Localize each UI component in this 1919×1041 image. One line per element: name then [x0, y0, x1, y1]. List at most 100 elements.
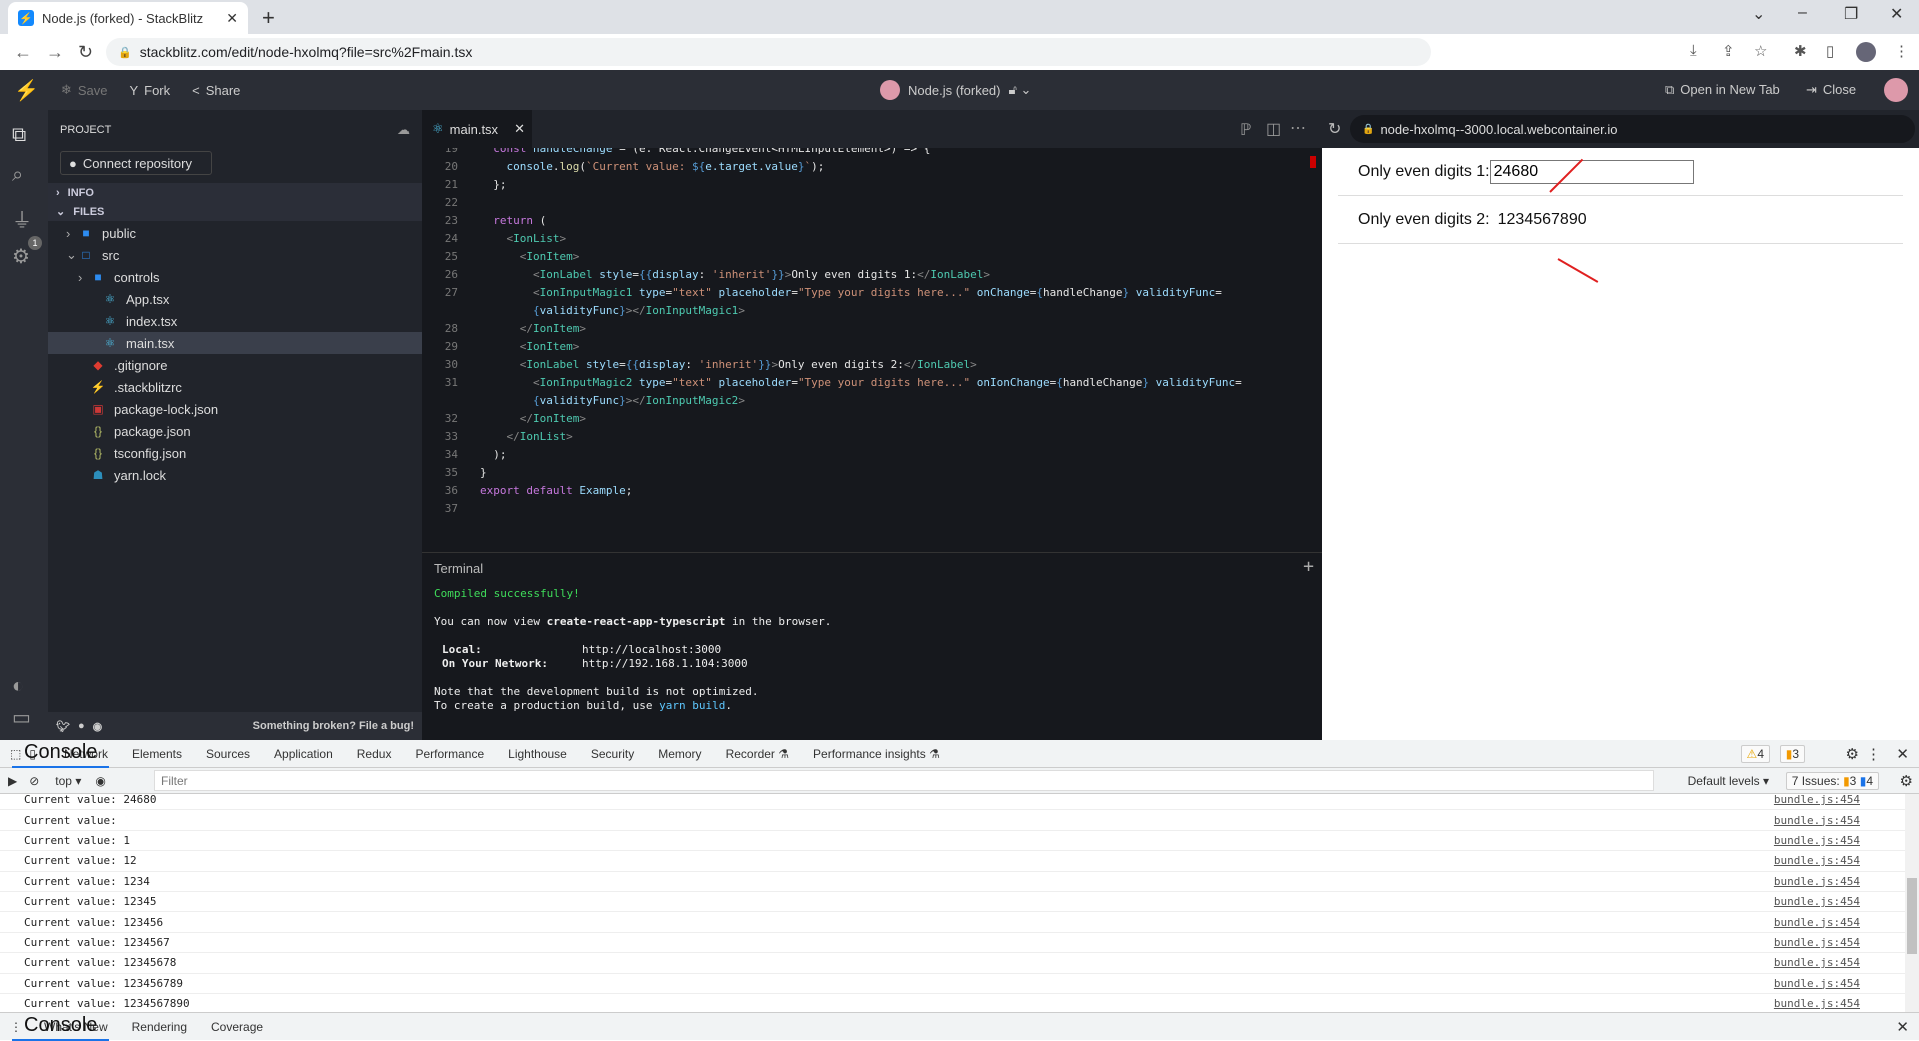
- plugin-icon[interactable]: ⏚: [12, 204, 32, 233]
- scrollbar-thumb[interactable]: [1907, 878, 1917, 954]
- new-tab-icon[interactable]: +: [262, 5, 275, 31]
- file-tree-item[interactable]: ◆ .gitignore: [48, 354, 422, 376]
- devtools-tab[interactable]: Recorder ⚗: [714, 740, 801, 768]
- clear-console-icon[interactable]: ⊘: [29, 774, 39, 788]
- issues-button[interactable]: 7 Issues: ▮3 ▮4: [1785, 771, 1879, 790]
- files-icon[interactable]: ⧉: [12, 124, 26, 147]
- file-tree-item[interactable]: {} tsconfig.json: [48, 442, 422, 464]
- file-tree-item[interactable]: › ■ public: [48, 222, 422, 244]
- add-terminal-icon[interactable]: +: [1303, 556, 1314, 577]
- warnings-badge[interactable]: ⚠4: [1740, 744, 1770, 763]
- devtools-tab[interactable]: Sources: [194, 740, 262, 768]
- file-tree-item[interactable]: ⚛ index.tsx: [48, 310, 422, 332]
- share-button[interactable]: < Share: [192, 83, 240, 98]
- log-source-link[interactable]: bundle.js:454: [1774, 854, 1860, 867]
- devtools-tab[interactable]: Application: [262, 740, 345, 768]
- close-tab-icon[interactable]: ✕: [226, 10, 238, 27]
- settings-gear-icon[interactable]: ⚙: [12, 244, 30, 269]
- share-page-icon[interactable]: ⇪: [1722, 42, 1735, 60]
- file-tree-item[interactable]: ⚛ main.tsx: [48, 332, 422, 354]
- reload-icon[interactable]: ↻: [78, 42, 96, 63]
- minimize-icon[interactable]: –: [1798, 4, 1807, 22]
- file-tree-item[interactable]: {} package.json: [48, 420, 422, 442]
- profile-avatar[interactable]: [1856, 42, 1876, 62]
- open-new-tab-button[interactable]: ⧉ Open in New Tab: [1665, 82, 1780, 98]
- close-preview-button[interactable]: ⇥ Close: [1806, 82, 1856, 98]
- twitter-icon[interactable]: 🐦︎: [56, 720, 70, 733]
- url-field[interactable]: 🔒 stackblitz.com/edit/node-hxolmq?file=sr…: [106, 38, 1431, 66]
- log-source-link[interactable]: bundle.js:454: [1774, 895, 1860, 908]
- even-digits-input-1[interactable]: [1489, 159, 1694, 184]
- project-name-button[interactable]: Node.js (forked) 🔓︎ ⌄: [880, 80, 1031, 100]
- drawer-tab[interactable]: Console: [12, 1013, 110, 1041]
- tab-main-tsx[interactable]: ⚛ main.tsx ✕: [422, 110, 532, 148]
- console-settings-icon[interactable]: ⚙: [1900, 772, 1913, 790]
- devtools-tab[interactable]: Performance: [403, 740, 496, 768]
- install-icon[interactable]: ⤓: [1690, 42, 1697, 59]
- log-source-link[interactable]: bundle.js:454: [1774, 834, 1860, 847]
- file-tree-item[interactable]: ☗ yarn.lock: [48, 464, 422, 486]
- browser-tab[interactable]: ⚡ Node.js (forked) - StackBlitz ✕: [8, 2, 248, 34]
- stackblitz-logo-icon[interactable]: ⚡: [14, 78, 39, 103]
- terminal-panel[interactable]: Terminal + Compiled successfully! You ca…: [422, 552, 1322, 740]
- fork-button[interactable]: Y Fork: [129, 83, 170, 98]
- file-tree-item[interactable]: ▣ package-lock.json: [48, 398, 422, 420]
- connect-repository-button[interactable]: ● Connect repository: [60, 151, 212, 175]
- console-filter-input[interactable]: Filter: [154, 770, 1654, 791]
- log-source-link[interactable]: bundle.js:454: [1774, 875, 1860, 888]
- close-tab-icon[interactable]: ✕: [514, 121, 525, 137]
- save-button[interactable]: ❄ Save: [61, 82, 108, 98]
- side-panel-icon[interactable]: ▯: [1826, 42, 1834, 60]
- info-section[interactable]: › INFO: [48, 183, 422, 202]
- tab-search-icon[interactable]: ⌄: [1752, 4, 1765, 24]
- devtools-tab[interactable]: Redux: [345, 740, 404, 768]
- extensions-icon[interactable]: ✱: [1794, 42, 1807, 60]
- lock-open-icon[interactable]: 🔓︎ ⌄: [1008, 82, 1031, 98]
- file-tree-item[interactable]: ⚛ App.tsx: [48, 288, 422, 310]
- console-scrollbar[interactable]: [1905, 794, 1919, 1012]
- devtools-settings-icon[interactable]: ⚙: [1846, 745, 1859, 763]
- github-icon[interactable]: ●: [78, 720, 85, 732]
- split-editor-icon[interactable]: ◫: [1266, 119, 1281, 139]
- log-levels-select[interactable]: Default levels ▾: [1688, 774, 1769, 788]
- live-expression-eye-icon[interactable]: ◉: [95, 774, 105, 788]
- log-source-link[interactable]: bundle.js:454: [1774, 814, 1860, 827]
- file-bug-link[interactable]: Something broken? File a bug!: [253, 720, 414, 732]
- discord-icon[interactable]: ◉: [93, 720, 103, 733]
- bookmark-star-icon[interactable]: ☆: [1754, 42, 1767, 60]
- restore-icon[interactable]: ❐: [1844, 4, 1858, 24]
- devtools-tab[interactable]: Console: [12, 740, 110, 768]
- log-source-link[interactable]: bundle.js:454: [1774, 794, 1860, 806]
- theme-toggle-icon[interactable]: ◐: [12, 675, 24, 698]
- devtools-tab[interactable]: Elements: [120, 740, 194, 768]
- preview-url-field[interactable]: 🔒 node-hxolmq--3000.local.webcontainer.io: [1350, 115, 1915, 143]
- file-tree-item[interactable]: ⌄ □ src: [48, 244, 422, 266]
- devtools-close-icon[interactable]: ✕: [1896, 745, 1909, 763]
- code-editor[interactable]: 19 const handleChange = (e: React.Change…: [422, 148, 1322, 552]
- back-icon[interactable]: ←: [14, 42, 32, 63]
- more-actions-icon[interactable]: ⋯: [1290, 118, 1306, 138]
- refresh-preview-icon[interactable]: ↻: [1328, 119, 1341, 139]
- panel-layout-icon[interactable]: ▭: [12, 705, 31, 730]
- log-source-link[interactable]: bundle.js:454: [1774, 997, 1860, 1010]
- user-avatar[interactable]: [1884, 78, 1908, 102]
- log-source-link[interactable]: bundle.js:454: [1774, 956, 1860, 969]
- chrome-menu-icon[interactable]: ⋮: [1894, 42, 1909, 60]
- search-icon[interactable]: ⌕: [12, 164, 23, 187]
- file-tree-item[interactable]: › ■ controls: [48, 266, 422, 288]
- cloud-download-icon[interactable]: ☁: [397, 122, 410, 138]
- log-source-link[interactable]: bundle.js:454: [1774, 916, 1860, 929]
- context-select[interactable]: top ▾: [55, 774, 81, 788]
- prettier-icon[interactable]: ℙ: [1240, 120, 1251, 140]
- sidebar-toggle-icon[interactable]: ▶: [8, 774, 17, 788]
- files-section[interactable]: ⌄ FILES: [48, 202, 422, 221]
- devtools-tab[interactable]: Security: [579, 740, 646, 768]
- forward-icon[interactable]: →: [46, 42, 64, 63]
- file-tree-item[interactable]: ⚡ .stackblitzrc: [48, 376, 422, 398]
- window-close-icon[interactable]: ✕: [1890, 4, 1903, 24]
- errors-badge[interactable]: ▮3: [1779, 744, 1805, 763]
- log-source-link[interactable]: bundle.js:454: [1774, 936, 1860, 949]
- devtools-tab[interactable]: Lighthouse: [496, 740, 579, 768]
- drawer-tab[interactable]: Coverage: [199, 1013, 275, 1041]
- drawer-close-icon[interactable]: ✕: [1896, 1018, 1909, 1036]
